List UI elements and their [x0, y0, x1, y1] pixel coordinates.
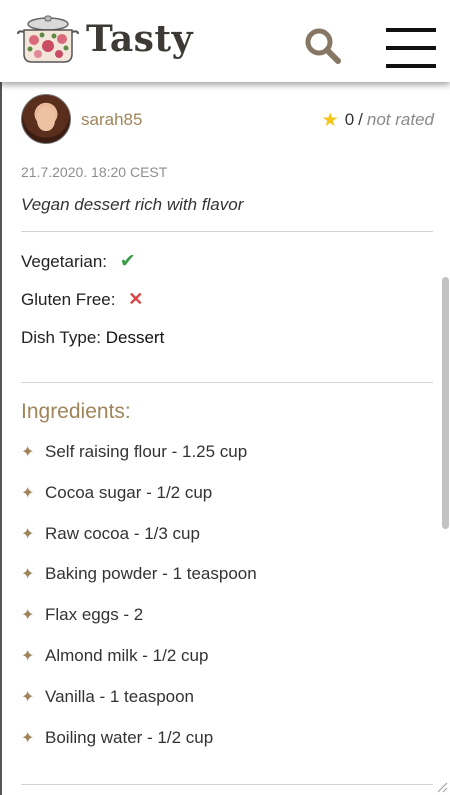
flower-pot-icon[interactable]	[16, 14, 80, 66]
sparkle-icon: ✦	[21, 566, 35, 584]
recipe-description: Vegan dessert rich with flavor	[21, 195, 244, 214]
divider	[21, 784, 433, 785]
star-icon[interactable]: ★	[322, 111, 339, 130]
list-item: ✦ Raw cocoa - 1/3 cup	[21, 524, 257, 565]
vegetarian-row: Vegetarian: ✔	[21, 250, 136, 273]
list-item: ✦ Almond milk - 1/2 cup	[21, 646, 257, 687]
ingredient-text: Vanilla - 1 teaspoon	[45, 686, 195, 706]
sparkle-icon: ✦	[21, 444, 35, 461]
search-icon[interactable]	[304, 27, 342, 65]
list-item: ✦ Vanilla - 1 teaspoon	[21, 687, 257, 728]
sparkle-icon: ✦	[21, 607, 35, 625]
sparkle-icon: ✦	[21, 484, 35, 502]
resize-grip-icon[interactable]	[436, 781, 448, 793]
author-username[interactable]: sarah85	[81, 110, 142, 130]
app-title[interactable]: Tasty	[86, 18, 193, 60]
check-icon: ✔	[119, 251, 136, 272]
post-timestamp: 21.7.2020. 18:20 CEST	[21, 164, 168, 180]
ingredients-list: ✦ Self raising flour - 1.25 cup ✦ Cocoa su…	[21, 442, 257, 768]
sparkle-icon: ✦	[21, 525, 35, 543]
dish-type-value: Dessert	[105, 328, 165, 347]
app-header: Tasty	[0, 0, 450, 82]
list-item: ✦ Flax eggs - 2	[21, 605, 257, 646]
ingredient-text: Boiling water - 1/2 cup	[45, 727, 214, 747]
list-item: ✦ Cocoa sugar - 1/2 cup	[21, 483, 257, 524]
dish-type-label: Dish Type:	[21, 328, 102, 347]
sparkle-icon: ✦	[21, 729, 35, 747]
cross-icon: ✕	[128, 289, 144, 309]
list-item: ✦ Baking powder - 1 teaspoon	[21, 564, 257, 605]
sparkle-icon: ✦	[21, 688, 35, 706]
rating-status: not rated	[366, 110, 434, 129]
sparkle-icon: ✦	[21, 647, 35, 665]
list-item: ✦ Boiling water - 1/2 cup	[21, 728, 257, 769]
hamburger-menu-icon[interactable]	[386, 28, 436, 68]
scrollbar-thumb[interactable]	[442, 277, 449, 529]
ingredient-text: Flax eggs - 2	[45, 605, 144, 625]
recipe-detail: sarah85 ★ 0 / not rated 21.7.2020. 18:20…	[0, 82, 450, 795]
ingredient-text: Cocoa sugar - 1/2 cup	[45, 482, 213, 502]
ingredient-text: Baking powder - 1 teaspoon	[45, 564, 257, 584]
divider	[21, 231, 433, 232]
gluten-free-row: Gluten Free: ✕	[21, 289, 143, 310]
divider	[21, 382, 433, 383]
ingredient-text: Raw cocoa - 1/3 cup	[45, 523, 200, 543]
rating-count: 0	[344, 110, 355, 129]
list-item: ✦ Self raising flour - 1.25 cup	[21, 442, 257, 483]
ingredient-text: Almond milk - 1/2 cup	[45, 645, 209, 665]
rating: ★ 0 / not rated	[322, 110, 434, 130]
rating-separator: /	[358, 110, 363, 129]
gluten-free-label: Gluten Free:	[21, 290, 116, 309]
ingredients-title: Ingredients:	[21, 400, 131, 423]
ingredient-text: Self raising flour - 1.25 cup	[45, 442, 248, 461]
avatar[interactable]	[21, 94, 71, 144]
vegetarian-label: Vegetarian:	[21, 252, 108, 271]
dish-type-row: Dish Type: Dessert	[21, 328, 164, 348]
